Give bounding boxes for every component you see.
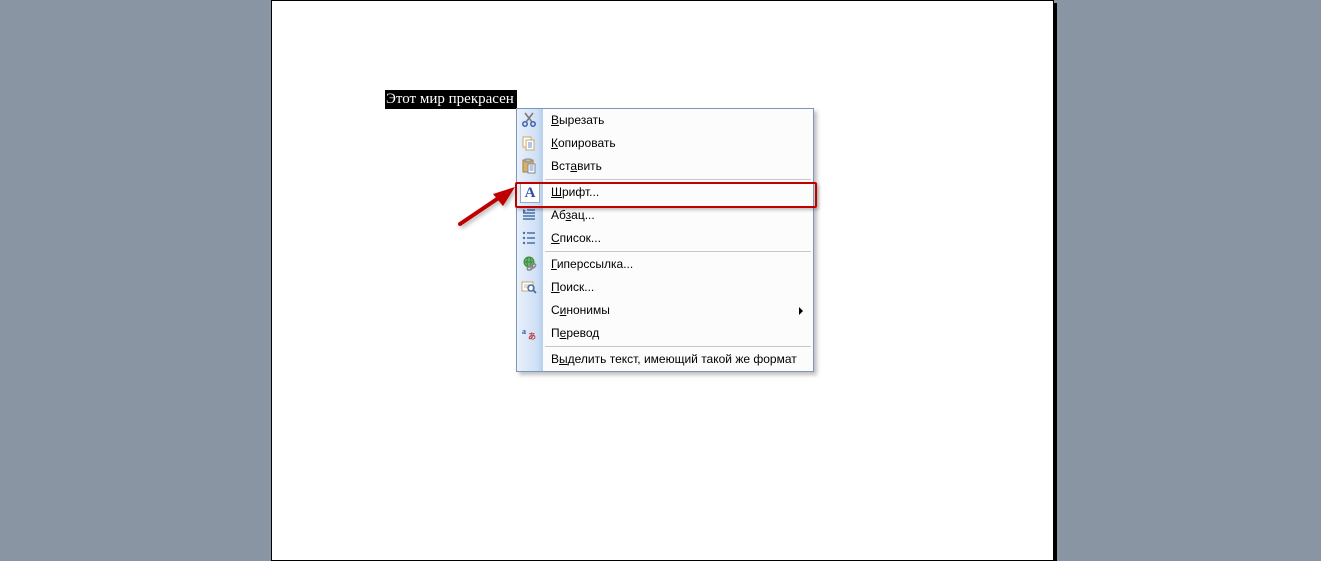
- menu-item-label: Вставить: [551, 159, 602, 173]
- menu-item-label: Копировать: [551, 136, 616, 150]
- font-icon: A: [520, 183, 540, 203]
- document-page[interactable]: Этот мир прекрасен Вырезать: [271, 0, 1054, 561]
- svg-text:a: a: [522, 327, 526, 336]
- copy-icon: [520, 134, 538, 152]
- paragraph-icon: [520, 206, 538, 224]
- annotation-arrow-icon: [455, 186, 515, 226]
- menu-item-label: Абзац...: [551, 208, 595, 222]
- menu-item-font[interactable]: A Шрифт...: [517, 181, 813, 204]
- svg-text:あ: あ: [528, 332, 536, 341]
- menu-separator: [545, 346, 811, 347]
- list-icon: [520, 229, 538, 247]
- selected-text[interactable]: Этот мир прекрасен: [385, 90, 517, 109]
- menu-item-label: Вырезать: [551, 113, 604, 127]
- menu-item-label: Шрифт...: [551, 185, 599, 199]
- menu-item-label: Список...: [551, 231, 601, 245]
- menu-item-cut[interactable]: Вырезать: [517, 109, 813, 132]
- menu-item-label: Выделить текст, имеющий такой же формат: [551, 352, 797, 366]
- menu-item-copy[interactable]: Копировать: [517, 132, 813, 155]
- translate-icon: a あ: [520, 324, 538, 342]
- menu-item-hyperlink[interactable]: Гиперссылка...: [517, 253, 813, 276]
- menu-item-label: Поиск...: [551, 280, 594, 294]
- menu-item-label: Синонимы: [551, 303, 610, 317]
- search-icon: [520, 278, 538, 296]
- menu-item-synonyms[interactable]: Синонимы: [517, 299, 813, 322]
- menu-item-paste[interactable]: Вставить: [517, 155, 813, 178]
- cut-icon: [520, 111, 538, 129]
- menu-item-select-similar-formatting[interactable]: Выделить текст, имеющий такой же формат: [517, 348, 813, 371]
- menu-separator: [545, 179, 811, 180]
- submenu-arrow-icon: [799, 307, 803, 315]
- menu-item-translate[interactable]: a あ Перевод: [517, 322, 813, 345]
- menu-item-list[interactable]: Список...: [517, 227, 813, 250]
- hyperlink-icon: [520, 255, 538, 273]
- menu-item-search[interactable]: Поиск...: [517, 276, 813, 299]
- menu-items: Вырезать Копировать: [517, 109, 813, 371]
- menu-item-paragraph[interactable]: Абзац...: [517, 204, 813, 227]
- paste-icon: [520, 157, 538, 175]
- context-menu: Вырезать Копировать: [516, 108, 814, 372]
- menu-item-label: Перевод: [551, 326, 599, 340]
- menu-separator: [545, 251, 811, 252]
- menu-item-label: Гиперссылка...: [551, 257, 633, 271]
